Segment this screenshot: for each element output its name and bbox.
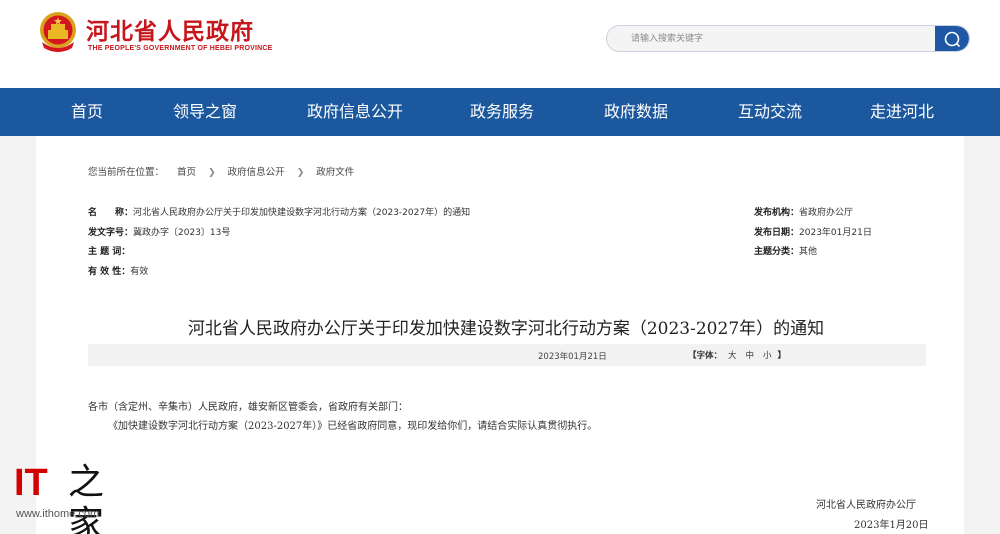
meta-validity-value: 有效: [130, 267, 149, 277]
meta-date-value: 2023年01月21日: [799, 228, 872, 238]
breadcrumb-prefix: 您当前所在位置：: [88, 167, 165, 178]
watermark-logo-cn: 之家: [68, 462, 105, 534]
document-signature: 河北省人民政府办公厅: [816, 500, 916, 511]
search-input[interactable]: [607, 26, 937, 51]
ithome-watermark: IT 之家 www.ithome.com: [14, 462, 124, 534]
meta-category: 主题分类：其他: [754, 244, 817, 257]
font-size-large-button[interactable]: 大: [728, 351, 737, 361]
meta-date-label: 发布日期：: [754, 228, 800, 238]
nav-item-services[interactable]: 政务服务: [458, 88, 546, 136]
watermark-url: www.ithome.com: [16, 508, 100, 520]
font-size-close: 】: [777, 351, 786, 361]
date-bar: 2023年01月21日 【字体： 大 中 小 】: [88, 344, 926, 366]
chevron-right-icon: ❯: [296, 168, 305, 178]
font-size-label: 【字体：: [688, 351, 723, 361]
nav-item-interaction[interactable]: 互动交流: [726, 88, 814, 136]
chevron-right-icon: ❯: [208, 168, 216, 178]
main-content: 您当前所在位置： 首页 ❯ 政府信息公开 ❯ 政府文件 名 称：河北省人民政府办…: [36, 136, 964, 534]
meta-validity-label: 有 效 性：: [88, 267, 131, 277]
meta-date: 发布日期：2023年01月21日: [754, 225, 872, 238]
nav-item-data[interactable]: 政府数据: [592, 88, 680, 136]
nav-item-info-disclosure[interactable]: 政府信息公开: [296, 88, 414, 136]
site-title[interactable]: 河北省人民政府: [86, 12, 254, 46]
national-emblem-icon[interactable]: [37, 10, 79, 54]
meta-name-value: 河北省人民政府办公厅关于印发加快建设数字河北行动方案（2023-2027年）的通…: [133, 208, 471, 218]
search-box: [606, 25, 970, 52]
meta-validity: 有 效 性：有效: [88, 264, 148, 277]
font-size-control: 【字体： 大 中 小 】: [688, 349, 786, 361]
document-paragraph: 《加快建设数字河北行动方案（2023-2027年）》已经省政府同意，现印发给你们…: [108, 421, 598, 432]
watermark-logo-it: IT: [14, 462, 48, 504]
search-button[interactable]: [935, 26, 969, 51]
meta-doc-no-value: 冀政办字〔2023〕13号: [133, 228, 231, 238]
nav-item-leaders[interactable]: 领导之窗: [160, 88, 250, 136]
meta-publisher: 发布机构：省政府办公厅: [754, 205, 853, 218]
nav-item-about-hebei[interactable]: 走进河北: [858, 88, 946, 136]
document-date: 2023年01月21日: [538, 352, 607, 362]
meta-topic-label: 主 题 词：: [88, 247, 131, 257]
site-subtitle: THE PEOPLE'S GOVERNMENT OF HEBEI PROVINC…: [88, 45, 273, 52]
document-title: 河北省人民政府办公厅关于印发加快建设数字河北行动方案（2023-2027年）的通…: [187, 319, 825, 339]
breadcrumb-item-docs[interactable]: 政府文件: [316, 164, 354, 178]
meta-publisher-value: 省政府办公厅: [799, 208, 854, 218]
document-signature-date: 2023年1月20日: [854, 520, 929, 531]
breadcrumb-item-info[interactable]: 政府信息公开: [228, 164, 285, 178]
meta-name: 名 称：河北省人民政府办公厅关于印发加快建设数字河北行动方案（2023-2027…: [88, 205, 470, 218]
meta-doc-no-label: 发文字号：: [88, 228, 134, 238]
search-icon: [944, 31, 961, 48]
breadcrumb: 您当前所在位置： 首页 ❯ 政府信息公开 ❯ 政府文件: [88, 164, 354, 178]
font-size-medium-button[interactable]: 中: [745, 351, 754, 361]
nav-item-home[interactable]: 首页: [48, 88, 126, 136]
meta-name-label: 名 称：: [88, 208, 134, 218]
meta-topic: 主 题 词：: [88, 244, 130, 257]
font-size-small-button[interactable]: 小: [763, 351, 772, 361]
breadcrumb-item-home[interactable]: 首页: [177, 164, 196, 178]
meta-category-value: 其他: [799, 247, 818, 257]
meta-doc-no: 发文字号：冀政办字〔2023〕13号: [88, 225, 230, 238]
main-nav: 首页 领导之窗 政府信息公开 政务服务 政府数据 互动交流 走进河北: [0, 88, 1000, 136]
meta-category-label: 主题分类：: [754, 247, 800, 257]
document-salutation: 各市（含定州、辛集市）人民政府，雄安新区管委会，省政府有关部门：: [88, 402, 408, 413]
meta-publisher-label: 发布机构：: [754, 208, 800, 218]
site-header: 河北省人民政府 THE PEOPLE'S GOVERNMENT OF HEBEI…: [0, 0, 1000, 88]
